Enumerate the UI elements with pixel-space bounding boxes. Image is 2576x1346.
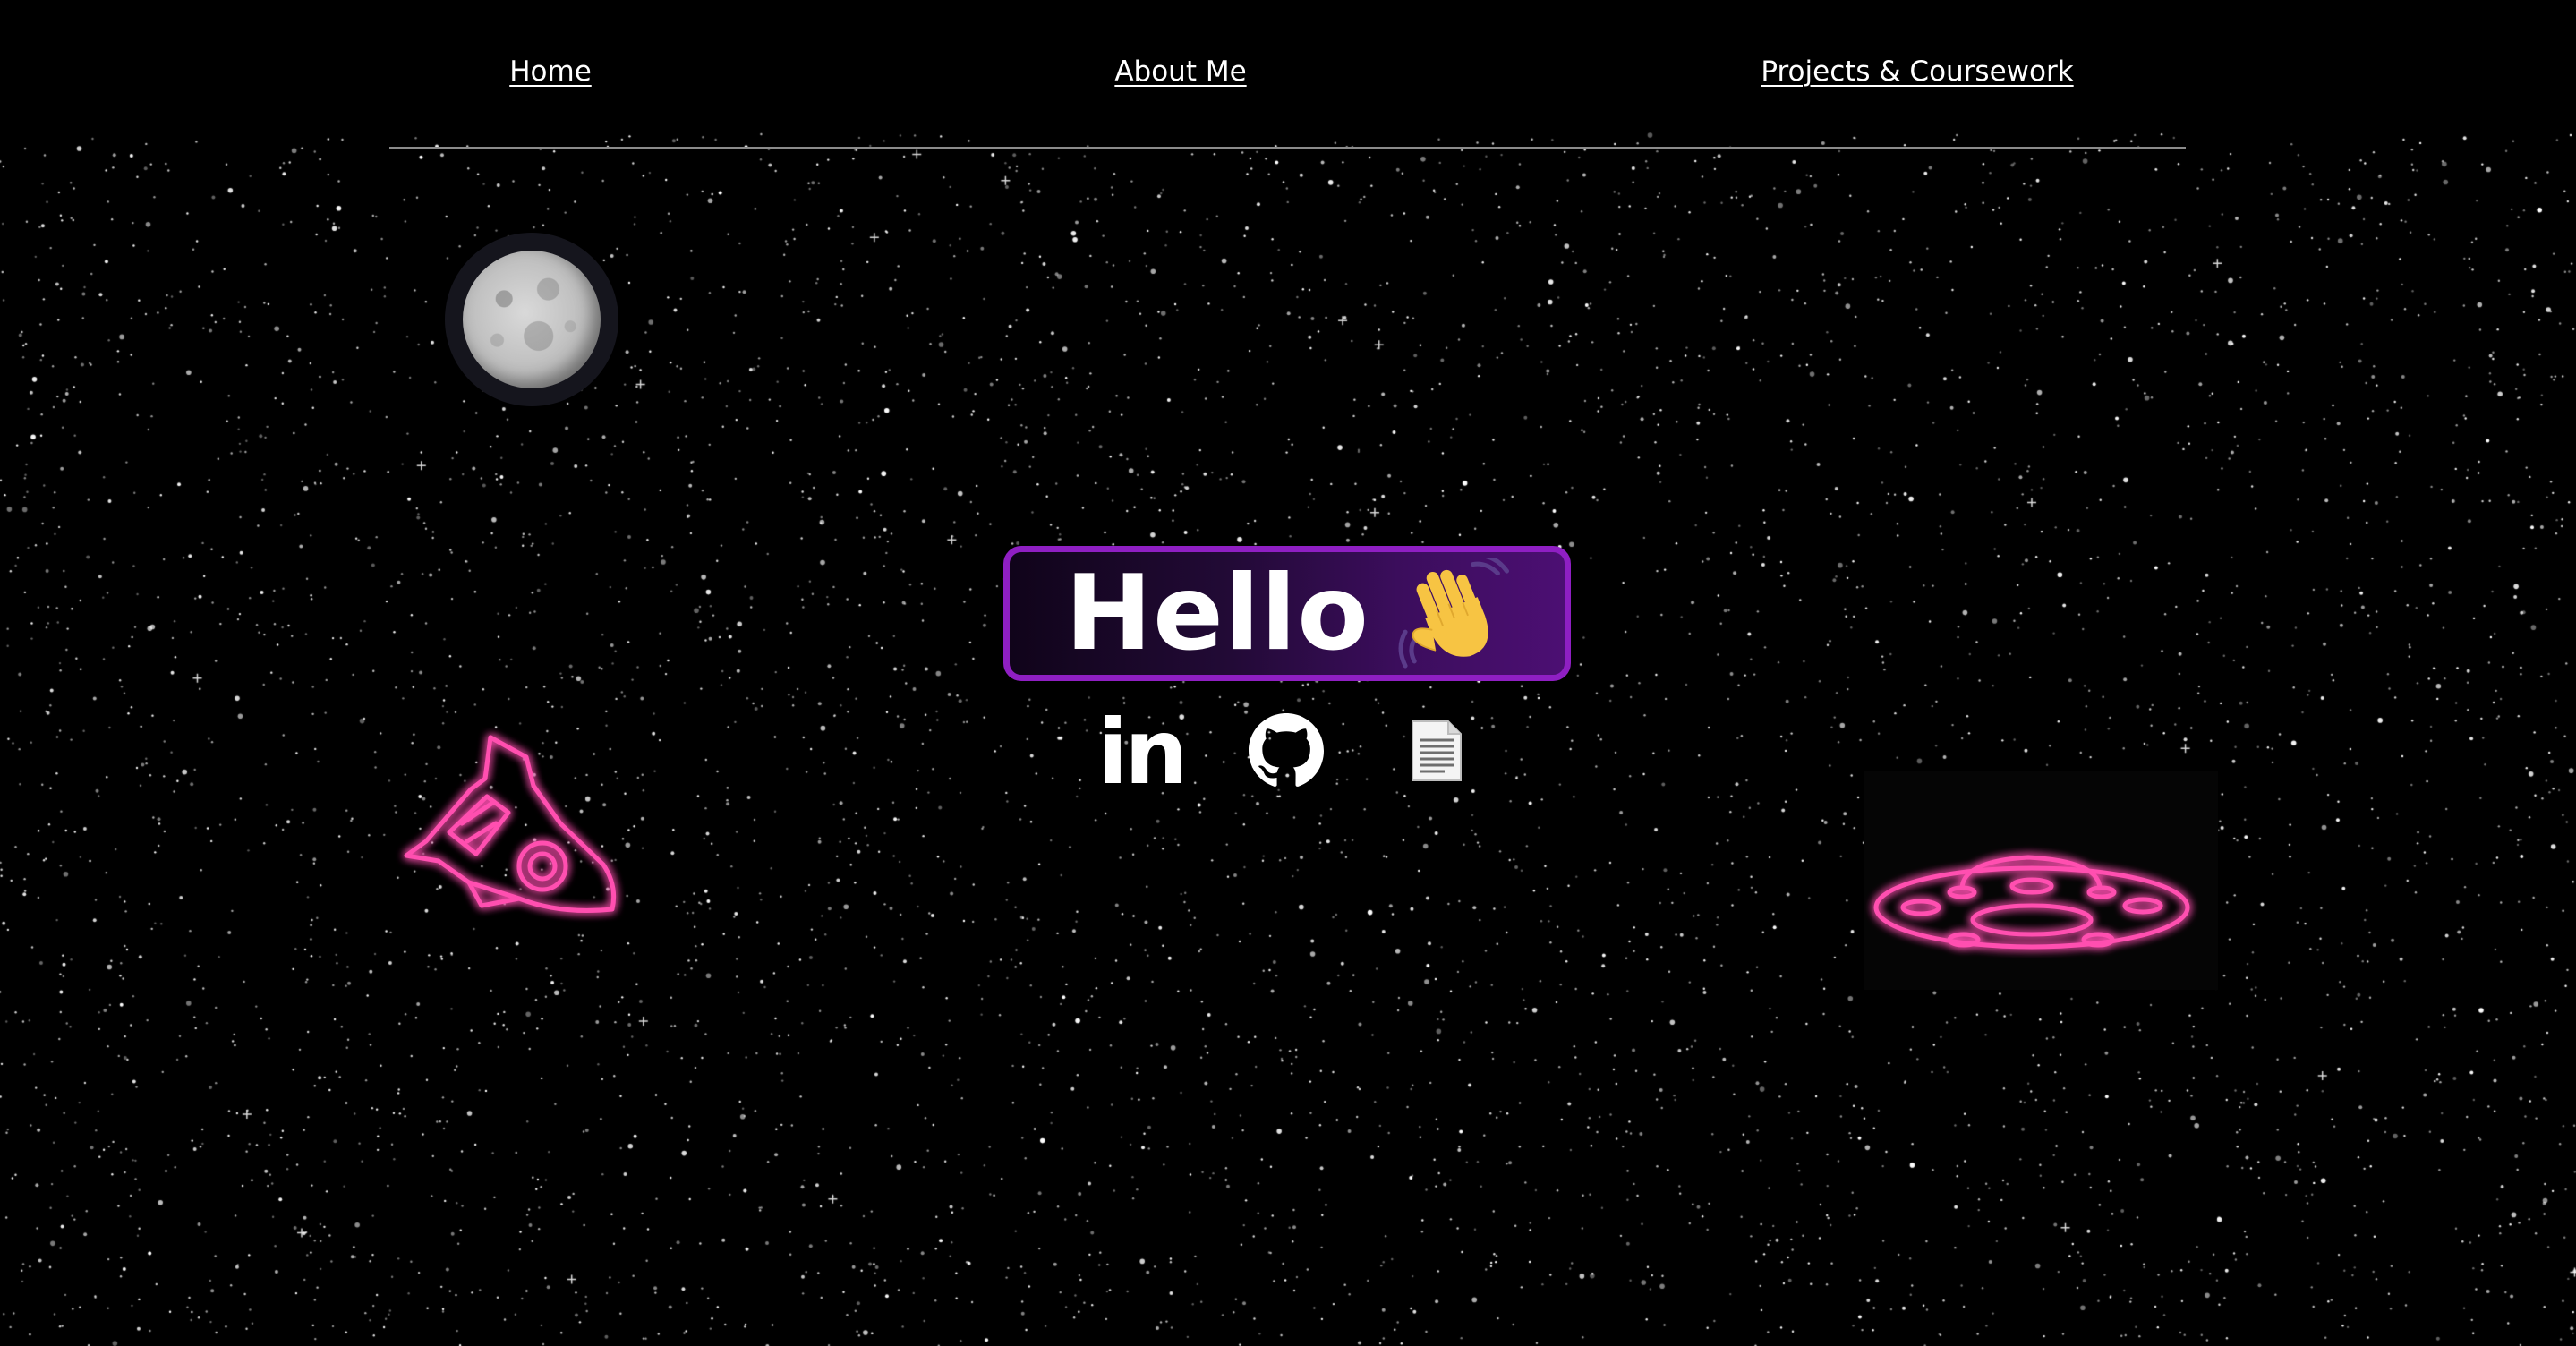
neon-ufo-image xyxy=(1873,855,2190,950)
resume-link[interactable] xyxy=(1409,719,1464,783)
page: Home About Me Projects & Coursework Hell… xyxy=(0,0,2576,1346)
github-link[interactable] xyxy=(1249,713,1324,788)
hello-badge: Hello xyxy=(1003,546,1571,681)
linkedin-icon: in xyxy=(1097,700,1188,805)
ufo-backdrop xyxy=(1864,771,2218,990)
nav-projects-link[interactable]: Projects & Coursework xyxy=(1761,55,2073,88)
moon-image xyxy=(463,251,601,388)
document-icon xyxy=(1412,720,1462,781)
nav-home-link[interactable]: Home xyxy=(509,55,592,88)
hello-heading: Hello xyxy=(1065,552,1369,674)
linkedin-link[interactable]: in xyxy=(1097,708,1188,797)
github-icon xyxy=(1249,713,1324,787)
nav-about-link[interactable]: About Me xyxy=(1114,55,1246,88)
nav-divider xyxy=(389,147,2186,149)
waving-hand-icon xyxy=(1398,557,1509,668)
neon-rocket-image xyxy=(404,735,617,913)
